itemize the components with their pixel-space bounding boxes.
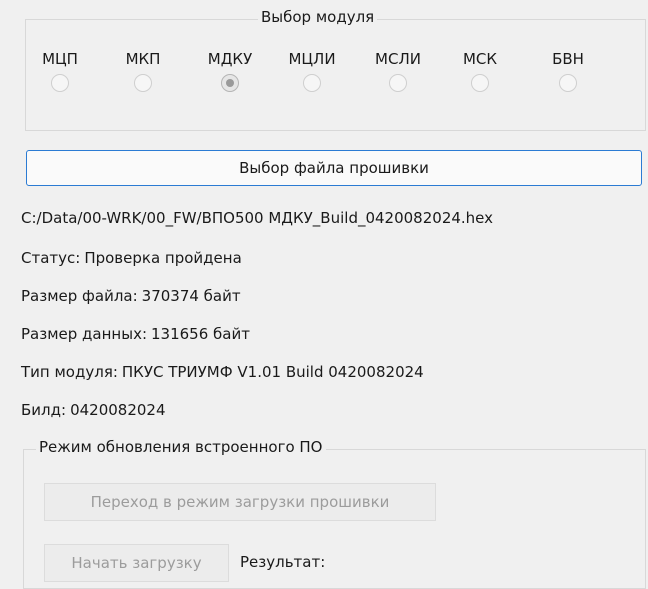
build-row: Билд: 0420082024 xyxy=(21,401,166,419)
select-firmware-file-button[interactable]: Выбор файла прошивки xyxy=(26,150,642,186)
radio-label: МЦЛИ xyxy=(288,50,336,68)
radio-label: МДКУ xyxy=(207,50,253,68)
module-type-value: ПКУС ТРИУМФ V1.01 Build 0420082024 xyxy=(121,363,424,381)
module-type-row: Тип модуля: ПКУС ТРИУМФ V1.01 Build 04200… xyxy=(21,363,424,381)
file-path: C:/Data/00-WRK/00_FW/ВПО500 МДКУ_Build_0… xyxy=(21,209,494,227)
build-label: Билд: xyxy=(21,401,67,419)
data-size-value: 131656 байт xyxy=(151,325,250,343)
radio-label: БВН xyxy=(552,50,584,68)
radio-option-mkp[interactable]: МКП xyxy=(113,50,173,92)
module-type-label: Тип модуля: xyxy=(21,363,118,381)
radio-button[interactable] xyxy=(559,74,577,92)
firmware-update-title: Режим обновления встроенного ПО xyxy=(36,438,326,456)
radio-option-mtsp[interactable]: МЦП xyxy=(30,50,90,92)
radio-button[interactable] xyxy=(134,74,152,92)
result-label: Результат: xyxy=(240,553,326,571)
data-size-label: Размер данных: xyxy=(21,325,147,343)
radio-button[interactable] xyxy=(51,74,69,92)
radio-option-mdku[interactable]: МДКУ xyxy=(200,50,260,92)
radio-button[interactable] xyxy=(303,74,321,92)
radio-option-msk[interactable]: МСК xyxy=(450,50,510,92)
radio-option-msli[interactable]: МСЛИ xyxy=(368,50,428,92)
module-select-group: Выбор модуля МЦП МКП МДКУ МЦЛИ МСЛИ МСК … xyxy=(25,8,646,131)
status-row: Статус: Проверка пройдена xyxy=(21,249,242,267)
radio-option-bvn[interactable]: БВН xyxy=(538,50,598,92)
radio-option-mtsli[interactable]: МЦЛИ xyxy=(282,50,342,92)
radio-button[interactable] xyxy=(389,74,407,92)
status-value: Проверка пройдена xyxy=(84,249,242,267)
firmware-update-group: Режим обновления встроенного ПО Переход … xyxy=(23,438,646,589)
radio-label: МЦП xyxy=(42,50,78,68)
status-label: Статус: xyxy=(21,249,81,267)
radio-label: МКП xyxy=(125,50,161,68)
build-value: 0420082024 xyxy=(70,401,166,419)
enter-bootloader-button[interactable]: Переход в режим загрузки прошивки xyxy=(44,483,436,521)
file-size-label: Размер файла: xyxy=(21,287,138,305)
file-size-row: Размер файла: 370374 байт xyxy=(21,287,241,305)
radio-button[interactable] xyxy=(471,74,489,92)
start-upload-button[interactable]: Начать загрузку xyxy=(44,544,229,582)
data-size-row: Размер данных: 131656 байт xyxy=(21,325,250,343)
radio-label: МСЛИ xyxy=(375,50,421,68)
radio-button-checked[interactable] xyxy=(221,74,239,92)
file-size-value: 370374 байт xyxy=(141,287,241,305)
radio-label: МСК xyxy=(462,50,498,68)
module-select-title: Выбор модуля xyxy=(258,8,378,26)
